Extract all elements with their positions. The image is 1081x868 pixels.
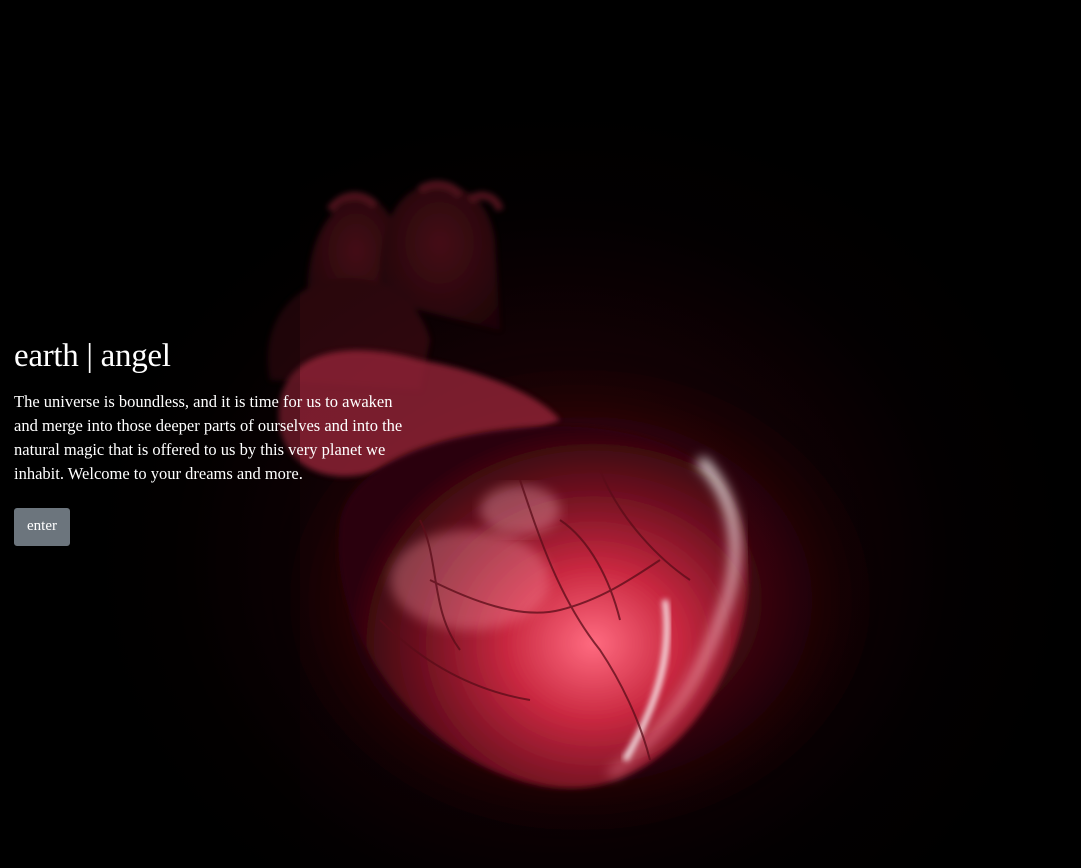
landing-page: earth | angel The universe is boundless,… [0,0,1081,868]
hero-description: The universe is boundless, and it is tim… [14,392,403,483]
page-title: earth | angel [14,338,171,374]
enter-button[interactable]: enter [14,508,70,546]
hero-section: earth | angel The universe is boundless,… [14,334,414,546]
